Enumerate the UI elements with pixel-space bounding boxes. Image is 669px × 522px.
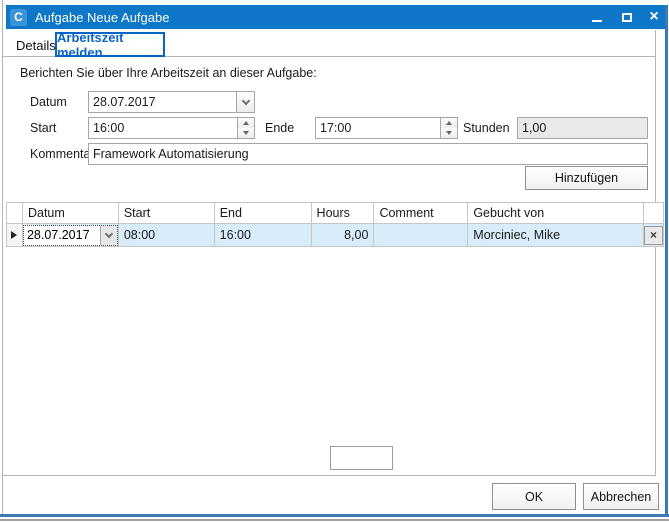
row-start-cell[interactable]: 08:00 xyxy=(119,224,215,246)
start-label: Start xyxy=(30,121,56,135)
spin-up-icon[interactable] xyxy=(238,118,254,128)
ende-input[interactable] xyxy=(316,118,440,138)
minimize-button[interactable] xyxy=(583,5,611,29)
intro-text: Berichten Sie über Ihre Arbeitszeit an d… xyxy=(20,66,317,80)
spin-up-icon[interactable] xyxy=(441,118,457,128)
ende-spinner[interactable] xyxy=(440,118,457,138)
grid-header-row: Datum Start End Hours Comment Gebucht vo… xyxy=(6,202,664,224)
spin-down-icon[interactable] xyxy=(238,128,254,138)
delete-row-button[interactable]: × xyxy=(644,226,663,245)
worktime-grid: Datum Start End Hours Comment Gebucht vo… xyxy=(6,202,664,247)
row-comment-cell[interactable] xyxy=(374,224,468,246)
row-datum-cell[interactable] xyxy=(23,224,119,246)
tab-details-label: Details xyxy=(16,38,56,53)
grid-header-end[interactable]: End xyxy=(215,203,312,223)
tab-arbeitszeit-melden[interactable]: Arbeitszeit melden xyxy=(55,32,165,57)
datum-label: Datum xyxy=(30,95,67,109)
grid-header-datum[interactable]: Datum xyxy=(23,203,119,223)
maximize-icon xyxy=(622,13,632,22)
delete-icon: × xyxy=(650,228,657,242)
row-indicator-icon xyxy=(11,231,17,239)
grid-header-actions xyxy=(644,203,664,223)
kommentar-field[interactable] xyxy=(88,143,648,165)
content-border-right xyxy=(655,30,656,476)
window-shadow-bottom xyxy=(0,519,669,521)
app-icon: C xyxy=(10,9,27,26)
row-datum-dropdown-button[interactable] xyxy=(100,226,117,245)
tab-arbeitszeit-label: Arbeitszeit melden xyxy=(57,30,163,60)
row-end-cell[interactable]: 16:00 xyxy=(215,224,312,246)
ok-button[interactable]: OK xyxy=(492,483,576,510)
start-input[interactable] xyxy=(89,118,237,138)
stunden-label: Stunden xyxy=(463,121,510,135)
start-spinedit[interactable] xyxy=(88,117,255,139)
row-selector-cell xyxy=(7,224,23,246)
hinzufuegen-button[interactable]: Hinzufügen xyxy=(525,166,648,190)
kommentar-label: Kommentar xyxy=(30,147,95,161)
grid-header-selector xyxy=(7,203,23,223)
row-gebucht-von-cell[interactable]: Morciniec, Mike xyxy=(468,224,644,246)
window-title: Aufgabe Neue Aufgabe xyxy=(35,10,169,25)
hinzufuegen-button-label: Hinzufügen xyxy=(555,171,618,185)
abbrechen-button[interactable]: Abbrechen xyxy=(583,483,659,510)
grid-header-gebucht-von[interactable]: Gebucht von xyxy=(468,203,644,223)
window-border-bottom xyxy=(0,514,669,517)
spin-down-icon[interactable] xyxy=(441,128,457,138)
titlebar[interactable]: C Aufgabe Neue Aufgabe xyxy=(6,5,665,29)
datum-input[interactable] xyxy=(89,92,236,112)
grid-header-comment[interactable]: Comment xyxy=(374,203,468,223)
close-icon: × xyxy=(649,9,658,25)
ende-label: Ende xyxy=(265,121,294,135)
start-spinner[interactable] xyxy=(237,118,254,138)
dialog-window: C Aufgabe Neue Aufgabe × Details Arbeits… xyxy=(0,0,669,522)
row-datum-editor[interactable] xyxy=(23,225,118,246)
chevron-down-icon xyxy=(241,96,249,104)
footer-edit-box[interactable] xyxy=(330,446,393,470)
window-border-right xyxy=(665,5,668,517)
ende-spinedit[interactable] xyxy=(315,117,458,139)
row-actions-cell: × xyxy=(644,224,664,246)
kommentar-input[interactable] xyxy=(89,144,647,164)
ok-button-label: OK xyxy=(525,490,543,504)
stunden-value xyxy=(518,118,647,138)
maximize-button[interactable] xyxy=(613,5,641,29)
close-button[interactable]: × xyxy=(641,5,667,29)
row-hours-cell[interactable]: 8,00 xyxy=(312,224,375,246)
datum-combobox[interactable] xyxy=(88,91,255,113)
chevron-down-icon xyxy=(105,229,113,237)
stunden-field xyxy=(517,117,648,139)
datum-dropdown-button[interactable] xyxy=(236,92,254,112)
grid-header-hours[interactable]: Hours xyxy=(312,203,375,223)
table-row[interactable]: 08:00 16:00 8,00 Morciniec, Mike × xyxy=(6,224,664,247)
grid-header-start[interactable]: Start xyxy=(119,203,215,223)
minimize-icon xyxy=(592,20,602,22)
window-border-left xyxy=(2,0,3,514)
abbrechen-button-label: Abbrechen xyxy=(591,490,651,504)
tab-page-bottom-border xyxy=(2,475,656,476)
row-datum-input[interactable] xyxy=(24,226,100,245)
